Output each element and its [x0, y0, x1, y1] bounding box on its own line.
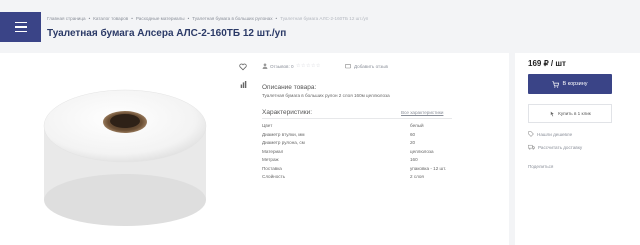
spec-value: белый	[410, 123, 424, 128]
menu-button[interactable]	[0, 12, 41, 42]
spec-value: 60	[410, 131, 416, 137]
spec-row: Поставка упаковка - 12 шт.	[262, 166, 452, 175]
add-to-cart-label: В корзину	[562, 81, 588, 87]
spec-row: Материал целлюлоза	[262, 149, 452, 158]
breadcrumb-separator: •	[131, 16, 133, 21]
menu-icon-line	[14, 21, 27, 24]
spec-key: Диаметр рулона, см	[262, 140, 305, 145]
spec-row: Метраж 160	[262, 157, 452, 166]
spec-row: Слойность 2 слоя	[262, 174, 452, 183]
favorite-heart-icon[interactable]	[239, 63, 247, 71]
tag-icon	[528, 131, 534, 137]
menu-icon-line	[14, 30, 27, 33]
price: 169 ₽ / шт	[528, 59, 566, 68]
spec-value: 2 слоя	[410, 174, 424, 179]
share-label[interactable]: Поделиться	[528, 164, 553, 169]
description-heading: Описание товара:	[262, 84, 317, 91]
spec-row: Цвет белый	[262, 123, 452, 132]
add-review-link[interactable]: Добавить отзыв	[354, 64, 388, 69]
breadcrumb-item-supplies[interactable]: Расходные материалы	[136, 16, 185, 21]
spec-value: 20	[410, 140, 416, 145]
page-title: Туалетная бумага Алсера АЛС-2-160ТБ 12 ш…	[47, 28, 287, 39]
breadcrumb-item-home[interactable]: Главная страница	[47, 16, 86, 21]
spec-key: Слойность	[262, 174, 286, 179]
truck-icon	[528, 144, 535, 150]
reviews-count[interactable]: Отзывов: 0	[270, 64, 294, 69]
spec-key: Поставка	[262, 165, 282, 171]
spec-row: Диаметр втулки, мм 60	[262, 132, 452, 141]
calculate-delivery-label: Рассчитать доставку	[538, 144, 583, 150]
spec-value: целлюлоза	[410, 148, 434, 154]
product-image[interactable]	[42, 88, 208, 228]
spec-key: Цвет	[262, 123, 273, 128]
breadcrumb-separator: •	[187, 16, 190, 21]
buy-one-click-button[interactable]: Купить в 1 клик	[528, 104, 612, 123]
spec-key: Диаметр втулки, мм	[262, 131, 305, 137]
pointer-icon	[550, 111, 554, 116]
chat-icon	[345, 64, 351, 69]
user-icon	[262, 63, 268, 69]
found-cheaper-label: Нашли дешевле	[537, 131, 573, 137]
breadcrumb: Главная страница • Каталог товаров • Рас…	[47, 16, 368, 21]
buy-one-click-label: Купить в 1 клик	[558, 111, 591, 116]
menu-icon-line	[14, 26, 27, 28]
breadcrumb-current: Туалетная бумага АЛС-2-160ТБ 12 шт./уп	[280, 16, 369, 21]
specs-heading: Характеристики:	[262, 109, 313, 116]
spec-row: Диаметр рулона, см 20	[262, 140, 452, 149]
all-specs-link[interactable]: Все характеристики	[401, 110, 443, 115]
breadcrumb-item-catalog[interactable]: Каталог товаров	[93, 16, 128, 21]
add-to-cart-button[interactable]: В корзину	[528, 74, 612, 94]
calculate-delivery-link[interactable]: Рассчитать доставку	[528, 144, 582, 150]
rating-stars: ☆☆☆☆☆	[296, 63, 321, 69]
description-text: Туалетная бумага в больших рулон 2 слоя …	[262, 93, 390, 98]
breadcrumb-item-category[interactable]: Туалетная бумага в больших рулонах	[192, 16, 272, 21]
cart-icon	[552, 80, 560, 88]
spec-key: Материал	[262, 148, 284, 154]
spec-value: упаковка - 12 шт.	[410, 165, 447, 171]
breadcrumb-separator: •	[275, 16, 278, 21]
spec-value: 160	[410, 157, 418, 162]
compare-chart-icon[interactable]	[240, 81, 247, 88]
found-cheaper-link[interactable]: Нашли дешевле	[528, 131, 572, 137]
specs-table: Цвет белый Диаметр втулки, мм 60 Диаметр…	[262, 123, 452, 183]
breadcrumb-separator: •	[88, 16, 91, 21]
specs-divider	[262, 118, 452, 119]
spec-key: Метраж	[262, 157, 279, 162]
